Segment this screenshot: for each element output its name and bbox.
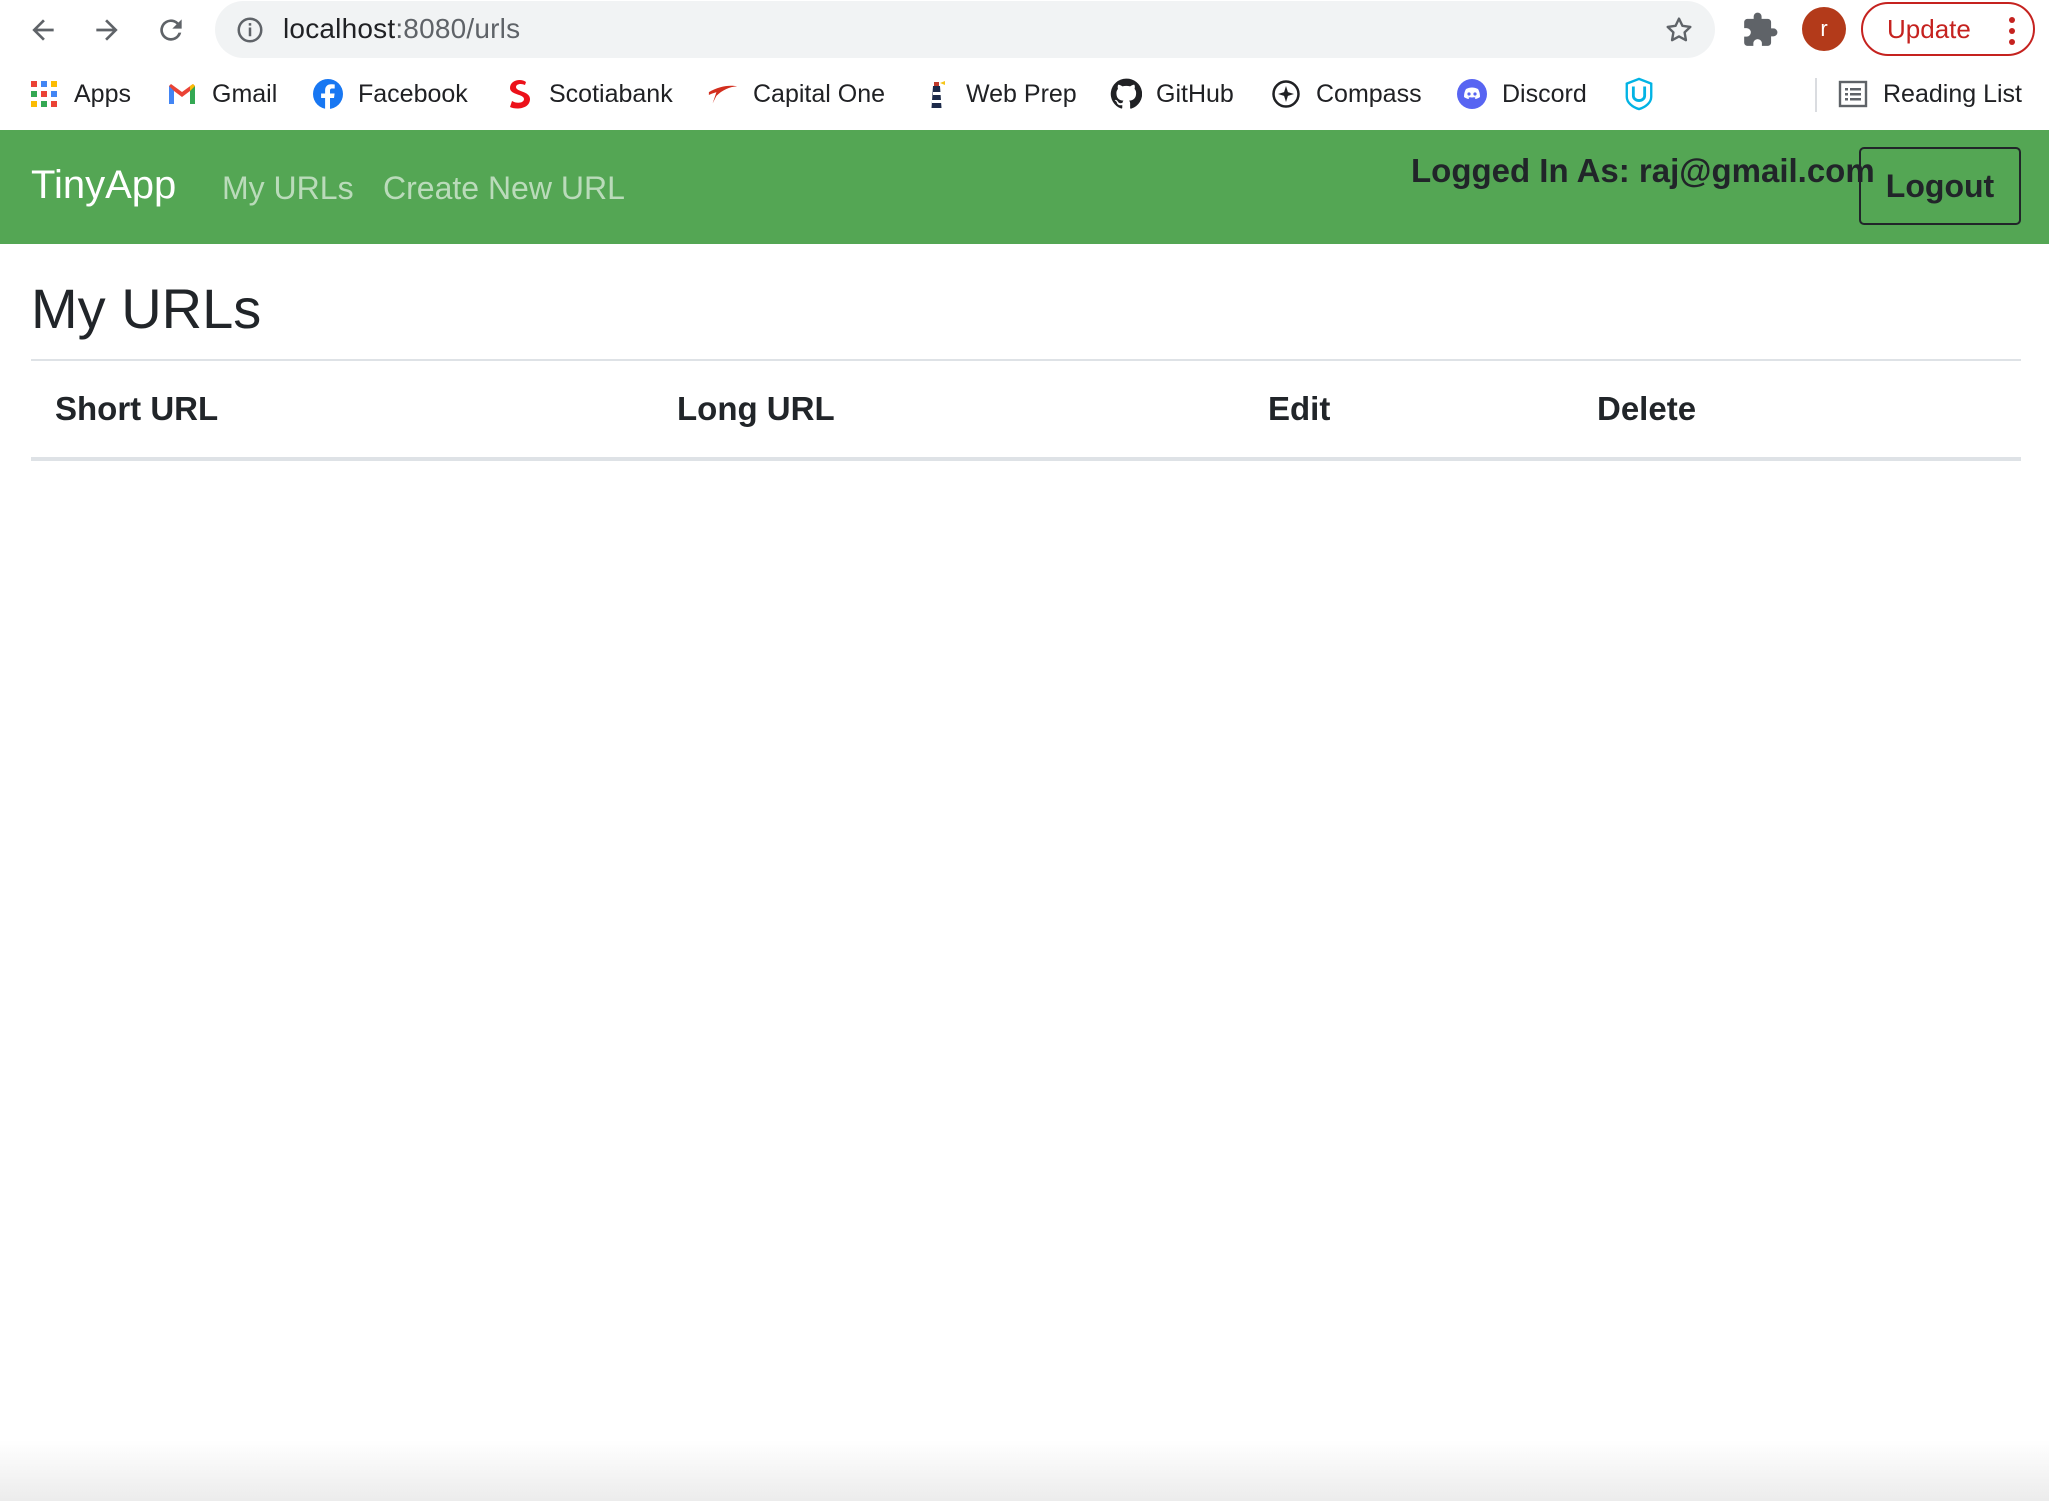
discord-icon xyxy=(1456,78,1488,110)
address-bar[interactable]: localhost:8080/urls xyxy=(215,1,1715,58)
page-title: My URLs xyxy=(31,277,262,340)
column-header-edit: Edit xyxy=(1268,390,1331,427)
bookmarks-bar: Apps Gmail Facebook Scotiabank Capital O… xyxy=(0,68,2049,120)
forward-button[interactable] xyxy=(85,8,129,52)
udacity-icon xyxy=(1623,77,1655,111)
gmail-icon xyxy=(166,78,198,110)
bookmark-github[interactable]: GitHub xyxy=(1110,76,1234,112)
bookmark-apps[interactable]: Apps xyxy=(28,76,131,112)
title-divider xyxy=(31,359,2021,361)
reload-icon xyxy=(160,19,182,41)
bookmark-label: Compass xyxy=(1316,79,1422,108)
profile-avatar[interactable]: r xyxy=(1802,7,1846,51)
bookmark-udacity[interactable] xyxy=(1623,76,1655,112)
capital-one-icon xyxy=(707,78,739,110)
bookmark-star-icon[interactable] xyxy=(1663,14,1695,46)
lighthouse-icon xyxy=(920,78,952,110)
bookmark-label: Capital One xyxy=(753,79,886,108)
info-icon[interactable] xyxy=(235,15,265,45)
bookmark-label: Facebook xyxy=(358,79,468,108)
bookmark-label: Discord xyxy=(1502,79,1587,108)
column-header-long-url: Long URL xyxy=(677,390,835,427)
brand-link[interactable]: TinyApp xyxy=(31,163,176,208)
bookmark-label: Web Prep xyxy=(966,79,1077,108)
nav-link-my-urls[interactable]: My URLs xyxy=(222,170,354,207)
bookmark-compass[interactable]: Compass xyxy=(1270,76,1422,112)
window-bottom-shadow xyxy=(0,1440,2049,1501)
facebook-icon xyxy=(312,78,344,110)
bookmark-label: Scotiabank xyxy=(549,79,673,108)
arrow-left-icon xyxy=(32,19,54,41)
reading-list-icon xyxy=(1837,78,1869,110)
github-icon xyxy=(1110,78,1142,110)
reading-list-label: Reading List xyxy=(1883,79,2022,108)
logout-button[interactable]: Logout xyxy=(1859,147,2021,225)
logged-in-text: Logged In As: raj@gmail.com xyxy=(1411,152,1875,189)
reload-button[interactable] xyxy=(149,8,193,52)
bookmark-label: Apps xyxy=(74,79,131,108)
nav-link-create-new-url[interactable]: Create New URL xyxy=(383,170,625,207)
compass-icon xyxy=(1270,78,1302,110)
back-button[interactable] xyxy=(21,8,65,52)
arrow-right-icon xyxy=(96,19,118,41)
bookmark-scotiabank[interactable]: Scotiabank xyxy=(503,76,673,112)
bookmark-gmail[interactable]: Gmail xyxy=(166,76,277,112)
extensions-puzzle-icon[interactable] xyxy=(1741,11,1779,49)
column-header-short-url: Short URL xyxy=(55,390,219,427)
bookmark-label: Gmail xyxy=(212,79,278,108)
reading-list-button[interactable]: Reading List xyxy=(1837,76,2022,112)
bookmark-label: GitHub xyxy=(1156,79,1234,108)
url-host: localhost xyxy=(283,13,396,44)
bookmarks-separator xyxy=(1815,78,1817,112)
url-path: :8080/urls xyxy=(395,13,521,44)
table-header-divider xyxy=(31,457,2021,461)
url-text[interactable]: localhost:8080/urls xyxy=(283,13,520,45)
update-button[interactable]: Update xyxy=(1861,2,2035,56)
column-header-delete: Delete xyxy=(1597,390,1697,427)
bookmark-facebook[interactable]: Facebook xyxy=(312,76,468,112)
browser-toolbar: localhost:8080/urls r Update xyxy=(0,0,2049,61)
update-label: Update xyxy=(1887,13,1971,44)
scotiabank-icon xyxy=(503,78,535,110)
more-vert-icon xyxy=(2009,17,2015,45)
app-navbar: TinyApp My URLs Create New URL Logged In… xyxy=(0,130,2049,244)
bookmark-web-prep[interactable]: Web Prep xyxy=(920,76,1077,112)
bookmark-capital-one[interactable]: Capital One xyxy=(707,76,885,112)
bookmark-discord[interactable]: Discord xyxy=(1456,76,1587,112)
apps-grid-icon xyxy=(28,78,60,110)
